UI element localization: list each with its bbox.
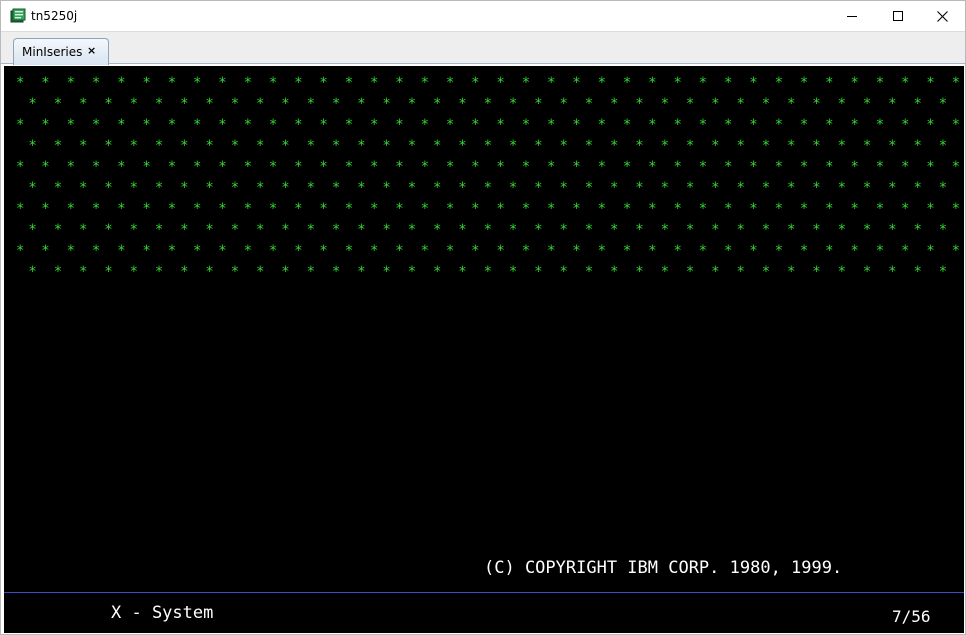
star-row: * * * * * * * * * * * * * * * * * * * * … [16, 75, 964, 91]
session-tab-strip: MinIseries × [1, 31, 965, 65]
star-row: * * * * * * * * * * * * * * * * * * * * … [20, 138, 964, 154]
star-row: * * * * * * * * * * * * * * * * * * * * … [20, 222, 964, 238]
title-bar[interactable]: tn5250j [1, 1, 965, 31]
star-row: * * * * * * * * * * * * * * * * * * * * … [16, 243, 964, 259]
maximize-icon [893, 11, 903, 21]
star-row: * * * * * * * * * * * * * * * * * * * * … [16, 117, 964, 133]
minimize-icon [847, 16, 857, 17]
tn5250j-app-icon[interactable] [10, 8, 26, 24]
tab-label: MinIseries [22, 45, 83, 59]
close-icon [936, 10, 948, 22]
star-row: * * * * * * * * * * * * * * * * * * * * … [16, 159, 964, 175]
close-button[interactable] [919, 1, 965, 31]
app-window: tn5250j MinIseries × * * * * * * * * * * [0, 0, 966, 635]
window-title: tn5250j [31, 9, 78, 23]
maximize-button[interactable] [875, 1, 921, 31]
star-row: * * * * * * * * * * * * * * * * * * * * … [16, 201, 964, 217]
status-separator [4, 592, 964, 593]
terminal-screen[interactable]: * * * * * * * * * * * * * * * * * * * * … [4, 66, 964, 633]
system-status-indicator: X - System [111, 603, 214, 623]
star-row: * * * * * * * * * * * * * * * * * * * * … [20, 264, 964, 280]
star-row: * * * * * * * * * * * * * * * * * * * * … [20, 96, 964, 112]
tab-miniseries[interactable]: MinIseries × [13, 38, 109, 65]
tab-close-icon[interactable]: × [87, 44, 96, 57]
copyright-notice: (C) COPYRIGHT IBM CORP. 1980, 1999. [484, 558, 843, 578]
cursor-position: 7/56 [892, 607, 931, 626]
minimize-button[interactable] [829, 1, 875, 31]
star-row: * * * * * * * * * * * * * * * * * * * * … [20, 180, 964, 196]
